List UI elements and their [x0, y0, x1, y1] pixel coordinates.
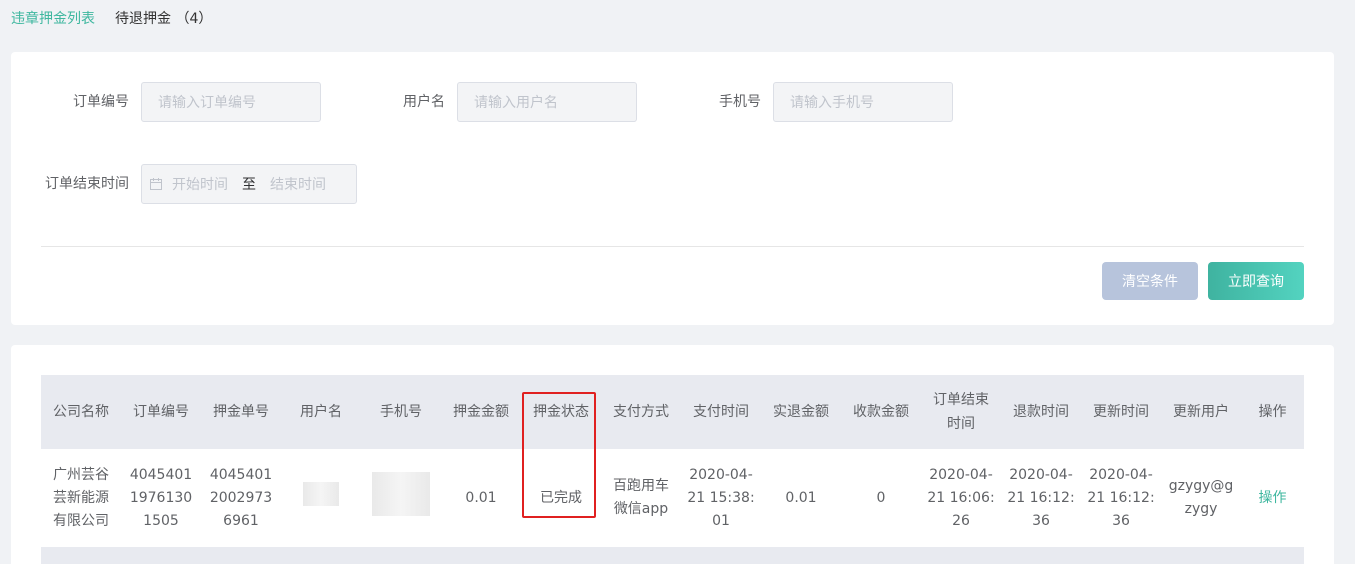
tab-bar: 违章押金列表 待退押金 （4）	[11, 8, 232, 28]
header-receive-amount: 收款金额	[853, 404, 909, 420]
cell-deposit-no: 40454012002973 6961	[209, 466, 273, 529]
order-no-input[interactable]: 请输入订单编号	[141, 82, 321, 122]
tab-deposit-list[interactable]: 违章押金列表	[11, 8, 95, 28]
username-input[interactable]: 请输入用户名	[457, 82, 637, 122]
header-refund-time: 退款时间	[1013, 404, 1069, 420]
blurred-phone	[372, 472, 430, 516]
header-deposit-no: 押金单号	[213, 404, 269, 420]
cell-status: 已完成	[540, 489, 582, 506]
end-time-label: 订单结束时间	[45, 176, 129, 192]
header-company: 公司名称	[53, 404, 109, 420]
header-pay-time: 支付时间	[693, 404, 749, 420]
range-separator: 至	[242, 177, 256, 193]
header-pay-method: 支付方式	[613, 404, 669, 420]
cell-company: 广州芸谷芸新能源有限公司	[53, 466, 109, 529]
cell-phone	[361, 449, 441, 547]
query-button[interactable]: 立即查询	[1208, 262, 1304, 300]
username-label: 用户名	[403, 94, 445, 110]
header-refund-amount: 实退金额	[773, 404, 829, 420]
header-status: 押金状态	[533, 404, 589, 420]
deposit-table: 公司名称 订单编号 押金单号 用户名 手机号 押金金额 押金状态 支付方式 支付…	[41, 375, 1304, 564]
tab-pending-refund[interactable]: 待退押金 （4）	[115, 8, 212, 28]
header-username: 用户名	[300, 404, 342, 420]
cell-amount: 0.01	[465, 489, 497, 506]
cell-pay-time: 2020-04-21 15:38:01	[687, 466, 755, 529]
cell-update-user: gzygy@gzygy	[1168, 478, 1234, 517]
cell-refund-time: 2020-04-21 16:12:36	[1007, 466, 1075, 529]
phone-input[interactable]: 请输入手机号	[773, 82, 953, 122]
header-order-no: 订单编号	[133, 404, 189, 420]
table-header-row: 公司名称 订单编号 押金单号 用户名 手机号 押金金额 押金状态 支付方式 支付…	[41, 375, 1304, 449]
end-time-range-picker[interactable]: 开始时间 至 结束时间	[141, 164, 357, 204]
cell-end-time: 2020-04-21 16:06:26	[927, 466, 995, 529]
table-row	[41, 547, 1304, 564]
order-no-label: 订单编号	[73, 94, 129, 110]
cell-pay-method: 百跑用车微信app	[613, 478, 669, 517]
calendar-icon	[149, 177, 163, 191]
search-panel: 订单编号 请输入订单编号 用户名 请输入用户名 手机号 请输入手机号 订单结束时…	[11, 52, 1334, 325]
header-update-user: 更新用户	[1173, 404, 1229, 420]
blurred-username	[303, 482, 339, 506]
username-placeholder: 请输入用户名	[474, 95, 558, 111]
divider	[41, 246, 1304, 247]
table-row: 广州芸谷芸新能源有限公司 40454011976130 1505 4045401…	[41, 449, 1304, 547]
action-link[interactable]: 操作	[1259, 490, 1287, 506]
cell-username	[281, 449, 361, 547]
header-phone: 手机号	[380, 404, 422, 420]
header-amount: 押金金额	[453, 404, 509, 420]
clear-conditions-button[interactable]: 清空条件	[1102, 262, 1198, 300]
header-end-time: 订单结束时间	[933, 392, 989, 432]
phone-placeholder: 请输入手机号	[790, 95, 874, 111]
cell-order-no: 40454011976130 1505	[129, 466, 193, 529]
cell-refund-amount: 0.01	[785, 489, 817, 506]
next-row-placeholder	[41, 547, 1304, 564]
header-update-time: 更新时间	[1093, 404, 1149, 420]
cell-receive-amount: 0	[876, 489, 886, 506]
header-action: 操作	[1258, 404, 1287, 420]
end-time-placeholder[interactable]: 结束时间	[270, 174, 326, 194]
table-panel: 公司名称 订单编号 押金单号 用户名 手机号 押金金额 押金状态 支付方式 支付…	[11, 345, 1334, 564]
start-time-placeholder[interactable]: 开始时间	[172, 174, 228, 194]
cell-action: 操作	[1241, 449, 1304, 547]
phone-label: 手机号	[719, 94, 761, 110]
order-no-placeholder: 请输入订单编号	[158, 95, 256, 111]
cell-update-time: 2020-04-21 16:12:36	[1087, 466, 1155, 529]
